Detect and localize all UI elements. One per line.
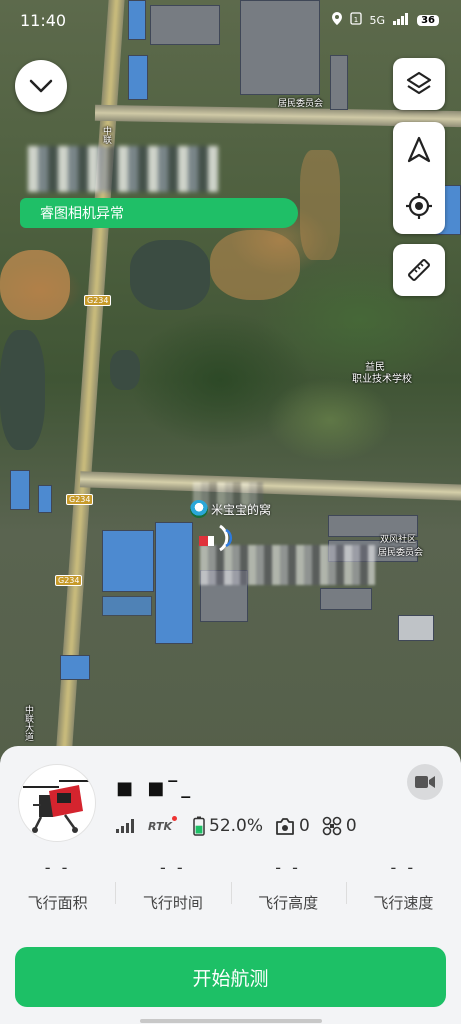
photo-metric: 0 [275,816,310,836]
drone-position-marker-icon [199,524,233,552]
map-tool-group [393,122,445,234]
camera-icon [276,817,294,835]
map-label-village-committee: 居民委员会 [278,99,324,109]
map-label-road: 中联大道 [23,705,33,741]
rtk-status-dot-icon [172,815,178,821]
drone-battery-icon [193,816,205,836]
stat-altitude: - - 飞行高度 [230,858,346,913]
status-bar: 11:40 1 5G 36 [0,0,461,42]
navigate-button[interactable] [393,122,445,178]
svg-text:1: 1 [353,16,357,24]
home-indicator[interactable] [140,1019,322,1023]
layers-button[interactable] [393,58,445,110]
satellite-map[interactable]: 居民委员会 益民 职业技术学校 双风社区 居民委员会 中联 中联大道 G234 … [0,0,461,760]
quadcopter-icon [322,816,342,836]
map-label-road: 中联 [101,126,111,144]
ruler-icon [408,259,430,281]
stat-area-label: 飞行面积 [27,894,88,912]
watermark-text: 米宝宝的窝 [211,502,272,517]
stat-time: - - 飞行时间 [115,858,230,913]
stat-altitude-value: - - [275,858,301,877]
building [128,55,148,100]
building [155,522,193,644]
camera-error-tag[interactable]: 睿图相机异常 [20,198,298,228]
stat-speed-label: 飞行速度 [373,894,434,912]
map-label-village-committee: 居民委员会 [378,548,424,558]
stat-time-label: 飞行时间 [142,894,203,912]
start-survey-button[interactable]: 开始航测 [15,947,446,1007]
device-name: ■ ■‾_ [116,778,195,799]
watermark-logo-icon [190,500,208,518]
signal-metric [116,819,136,833]
stat-speed: - - 飞行速度 [345,858,461,913]
road-badge: G234 [55,575,83,586]
battery-metric: 52.0% [193,816,263,836]
rtk-metric: RTK [148,815,181,833]
status-time: 11:40 [20,11,67,30]
drone-avatar [18,764,96,842]
sim-icon: 1 [349,12,362,28]
video-camera-icon [415,776,435,788]
photo-count: 0 [299,816,310,836]
building [330,55,348,110]
signal-strength-icon [116,819,134,833]
stat-area-value: - - [44,858,71,877]
drone-metric: 0 [322,816,357,836]
navigation-arrow-icon [407,136,431,163]
watermark: 米宝宝的窝 [190,500,271,518]
building [10,470,30,510]
building [38,485,52,513]
building [102,530,154,592]
blurred-device-info [28,146,218,192]
chevron-down-icon [29,79,53,93]
drone-count: 0 [345,816,357,836]
building [398,615,434,641]
road-horizontal-middle [79,471,461,501]
dirt-patch [0,250,70,320]
road-badge: G234 [66,494,94,505]
building [60,655,90,680]
map-label-community: 双风社区 [380,535,417,545]
dirt-patch [300,150,340,260]
battery-indicator: 36 [417,14,439,26]
road-badge: G234 [84,295,112,306]
stat-time-value: - - [160,858,186,877]
flight-stats: - - 飞行面积 - - 飞行时间 - - 飞行高度 - - 飞行速度 [0,858,461,913]
stat-area: - - 飞行面积 [0,858,115,913]
drone-image-icon [23,780,93,833]
location-icon [331,12,342,28]
dirt-patch [210,230,300,300]
stat-altitude-label: 飞行高度 [258,894,319,912]
video-button[interactable] [407,764,443,800]
collapse-button[interactable] [15,60,67,112]
layers-icon [406,71,432,95]
locate-button[interactable] [393,178,445,234]
building [320,588,372,610]
signal-icon [393,12,409,28]
status-icons: 1 5G 36 [331,12,439,28]
pond [0,330,45,450]
map-label-school: 职业技术学校 [352,374,412,385]
battery-percent: 52.0% [209,816,264,836]
stat-speed-value: - - [390,858,417,877]
pond [130,240,210,310]
device-metrics: RTK 52.0% 0 0 [116,815,357,836]
building [102,596,152,616]
network-label: 5G [369,13,386,27]
measure-button[interactable] [393,244,445,296]
pond [110,350,140,390]
device-panel: ■ ■‾_ RTK 52.0% 0 0 - - 飞行面积 - - 飞行时间 - … [0,746,461,1024]
rtk-label: RTK [148,819,173,833]
locate-target-icon [406,193,432,219]
